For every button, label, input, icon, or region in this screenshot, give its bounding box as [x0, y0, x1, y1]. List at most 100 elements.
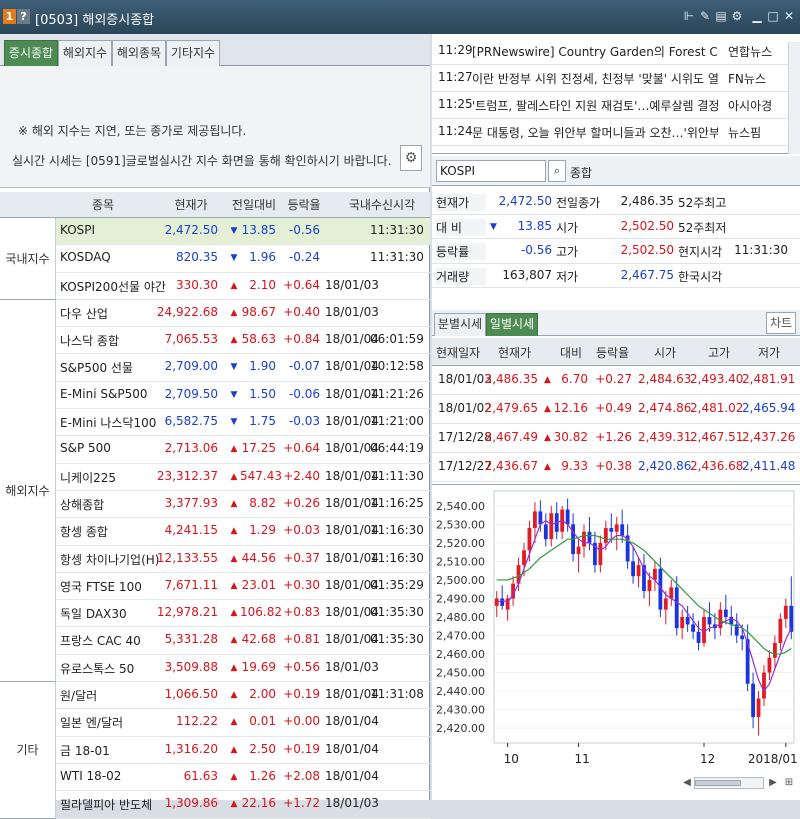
market-row[interactable]: 프랑스 CAC 40 5,331.28 ▲ 42.68 +0.81 18/01/04 01:…	[0, 627, 430, 655]
row-name: 항셍 종합	[60, 525, 108, 540]
y-tick-label: 2,520.00	[436, 537, 485, 550]
up-arrow-icon: ▲	[230, 526, 238, 537]
tab-minute-quote[interactable]: 분별시세	[434, 313, 486, 336]
symbol-search-input[interactable]	[436, 160, 546, 182]
gear-icon[interactable]: ⚙	[400, 145, 422, 171]
market-row[interactable]: S&P 500 2,713.06 ▲ 17.25 +0.64 18/01/04 06:44:…	[0, 436, 430, 464]
market-row[interactable]: 항셍 종합 4,241.15 ▲ 1.29 +0.03 18/01/04 11:16:30	[0, 518, 430, 546]
settings-icon[interactable]: ⚙	[730, 9, 744, 23]
tab-overseas-stock[interactable]: 해외종목	[112, 40, 166, 66]
row-rate: -0.07	[288, 359, 320, 374]
row-change: 17.25	[241, 441, 276, 456]
row-price: 2,709.00	[164, 359, 218, 374]
chart-button[interactable]: 차트	[766, 312, 796, 334]
news-item[interactable]: 11:27: 이란 반정부 시위 진정세, 친정부 '맞불' 시위도 열려 FN…	[432, 65, 800, 92]
row-change: 42.68	[241, 632, 276, 647]
market-row[interactable]: 다우 산업 24,922.68 ▲ 98.67 +0.40 18/01/03	[0, 300, 430, 328]
header-name: 종목	[91, 198, 115, 212]
row-price: 1,309.86	[164, 796, 218, 811]
row-change: 13.85	[241, 223, 276, 237]
candle-up	[527, 528, 532, 551]
news-title[interactable]: 이란 반정부 시위 진정세, 친정부 '맞불' 시위도 열려	[472, 70, 718, 87]
header-high: 고가	[708, 346, 731, 360]
market-row[interactable]: 나스닥 종합 7,065.53 ▲ 58.63 +0.84 18/01/04 06:01:5…	[0, 327, 430, 355]
up-arrow-icon: ▲	[230, 662, 238, 673]
quote-grid: 현재가 2,472.50 전일종가 2,486.35 52주최고 대 비 13.85 시가 2,…	[432, 190, 800, 288]
market-row[interactable]: 금 18-01 1,316.20 ▲ 2.50 +0.19 18/01/04	[0, 737, 430, 764]
market-row[interactable]: 독일 DAX30 12,978.21 ▲ 106.82 +0.83 18/01/04 01:…	[0, 600, 430, 628]
news-title[interactable]: 문 대통령, 오늘 위안부 할머니들과 오찬…'위안부 TF'	[472, 124, 718, 141]
group-label: 해외지수	[0, 299, 56, 683]
row-price: 7,065.53	[164, 332, 218, 347]
candle-chart-area[interactable]: 2,540.00 2,530.00 2,520.00 2,510.00 2,500.00…	[432, 484, 800, 800]
header-close: 현재가	[498, 346, 532, 360]
candle-up	[783, 605, 788, 619]
tab-overseas-index[interactable]: 해외지수	[58, 40, 112, 66]
chart-scrollbar[interactable]	[694, 777, 764, 789]
candle-chart[interactable]: 2,540.00 2,530.00 2,520.00 2,510.00 2,500.00…	[432, 485, 800, 771]
daily-open: 2,439.31	[638, 430, 692, 444]
market-row[interactable]: S&P500 선물 2,709.00 ▼ 1.90 -0.07 18/01/04 10:12…	[0, 354, 430, 382]
candle-down	[565, 509, 570, 525]
quote-label: 현재가	[436, 194, 486, 211]
down-arrow-icon: ▼	[230, 226, 238, 236]
daily-row[interactable]: 18/01/03 2,486.35 ▲ 6.70 +0.27 2,484.63 2,493.…	[432, 366, 800, 395]
market-row[interactable]: E-Mini S&P500 2,709.50 ▼ 1.50 -0.06 18/01/04 1…	[0, 382, 430, 410]
news-title[interactable]: '트럼프, 팔레스타인 지원 재검토'…예루살렘 결정보다	[472, 97, 718, 114]
market-row[interactable]: 니케이225 23,312.37 ▲ 547.43 +2.40 18/01/04 11:11…	[0, 464, 430, 491]
zoom-icon[interactable]: ⊞	[782, 775, 796, 791]
market-row[interactable]: 항셍 차이나기업(H) 12,133.55 ▲ 44.56 +0.37 18/01/04 1…	[0, 546, 430, 573]
quote-row: 거래량 163,807 저가 2,467.75 한국시각	[432, 264, 800, 288]
close-icon[interactable]: ✕	[782, 9, 796, 23]
screen-number-badge[interactable]: 1	[3, 9, 16, 24]
scroll-right-icon[interactable]: ▶	[766, 775, 780, 791]
market-row[interactable]: KOSPI200선물 야간 330.30 ▲ 2.10 +0.64 18/01/03	[0, 273, 430, 300]
quote-label: 52주최저	[678, 220, 727, 235]
tab-daily-quote[interactable]: 일별시세	[486, 313, 538, 336]
help-badge[interactable]: ?	[17, 9, 30, 24]
tab-other-index[interactable]: 기타지수	[166, 40, 220, 66]
row-time: 10:12:58	[370, 359, 424, 374]
market-row[interactable]: 필라델피아 반도체 1,309.86 ▲ 22.16 +1.72 18/01/03	[0, 791, 430, 819]
market-row[interactable]: 상해종합 3,377.93 ▲ 8.82 +0.26 18/01/04 11:16:25	[0, 491, 430, 519]
news-title[interactable]: [PRNewswire] Country Garden의 Forest City…	[472, 43, 718, 60]
news-item[interactable]: 11:29: [PRNewswire] Country Garden의 Fore…	[432, 38, 800, 65]
news-scrollbar[interactable]	[788, 42, 800, 154]
daily-high: 2,467.51	[690, 430, 744, 444]
news-item[interactable]: 11:25: '트럼프, 팔레스타인 지원 재검토'…예루살렘 결정보다 아시아…	[432, 92, 800, 119]
up-arrow-icon: ▲	[230, 335, 238, 346]
up-arrow-icon: ▲	[230, 580, 238, 591]
market-row[interactable]: 원/달러 1,066.50 ▲ 2.00 +0.19 18/01/04 11:31:08	[0, 682, 430, 710]
daily-open: 2,484.63	[638, 372, 692, 386]
minimize-icon[interactable]: ▁	[750, 9, 764, 23]
row-name: WTI 18-02	[60, 768, 122, 783]
row-change: 2.00	[249, 687, 276, 702]
maximize-icon[interactable]: □	[766, 9, 780, 23]
row-change: 1.90	[249, 359, 276, 374]
market-row[interactable]: 유로스톡스 50 3,509.88 ▲ 19.69 +0.56 18/01/03	[0, 655, 430, 683]
market-row[interactable]: E-Mini 나스닥100 6,582.75 ▼ 1.75 -0.03 18/01/04 1…	[0, 409, 430, 437]
edit-icon[interactable]: ✎	[698, 9, 712, 23]
daily-row[interactable]: 17/12/27 2,436.67 ▲ 9.33 +0.38 2,420.86 2,436.…	[432, 453, 800, 482]
daily-row[interactable]: 18/01/02 2,479.65 ▲ 12.16 +0.49 2,474.86 2,481…	[432, 395, 800, 424]
link-icon[interactable]: ⊩	[682, 9, 696, 23]
row-rate: +0.26	[283, 495, 320, 510]
row-name: 나스닥 종합	[60, 334, 120, 349]
market-row[interactable]: WTI 18-02 61.63 ▲ 1.26 +2.08 18/01/04	[0, 764, 430, 792]
row-rate: +0.64	[283, 277, 320, 292]
quote-label: 전일종가	[556, 196, 601, 210]
market-row[interactable]: KOSDAQ 820.35 ▼ 1.96 -0.24 11:31:30	[0, 245, 430, 273]
chart-scroll-thumb[interactable]	[695, 780, 741, 786]
row-price: 3,377.93	[164, 495, 218, 510]
print-icon[interactable]: ▤	[714, 9, 728, 23]
market-row[interactable]: KOSPI 2,472.50 ▼ 13.85 -0.56 11:31:30	[0, 218, 430, 246]
market-row[interactable]: 영국 FTSE 100 7,671.11 ▲ 23.01 +0.30 18/01/04 01…	[0, 573, 430, 601]
candle-up	[653, 568, 657, 580]
news-item[interactable]: 11:24: 문 대통령, 오늘 위안부 할머니들과 오찬…'위안부 TF' 뉴…	[432, 119, 800, 146]
market-row[interactable]: 일본 엔/달러 112.22 ▲ 0.01 +0.00 18/01/04	[0, 709, 430, 737]
daily-row[interactable]: 17/12/28 2,467.49 ▲ 30.82 +1.26 2,439.31 2,467…	[432, 424, 800, 453]
search-icon[interactable]: ⌕	[548, 160, 566, 182]
scroll-left-icon[interactable]: ◀	[680, 775, 694, 791]
candle-up	[522, 550, 526, 566]
tab-market-summary[interactable]: 증시종합	[4, 40, 58, 66]
